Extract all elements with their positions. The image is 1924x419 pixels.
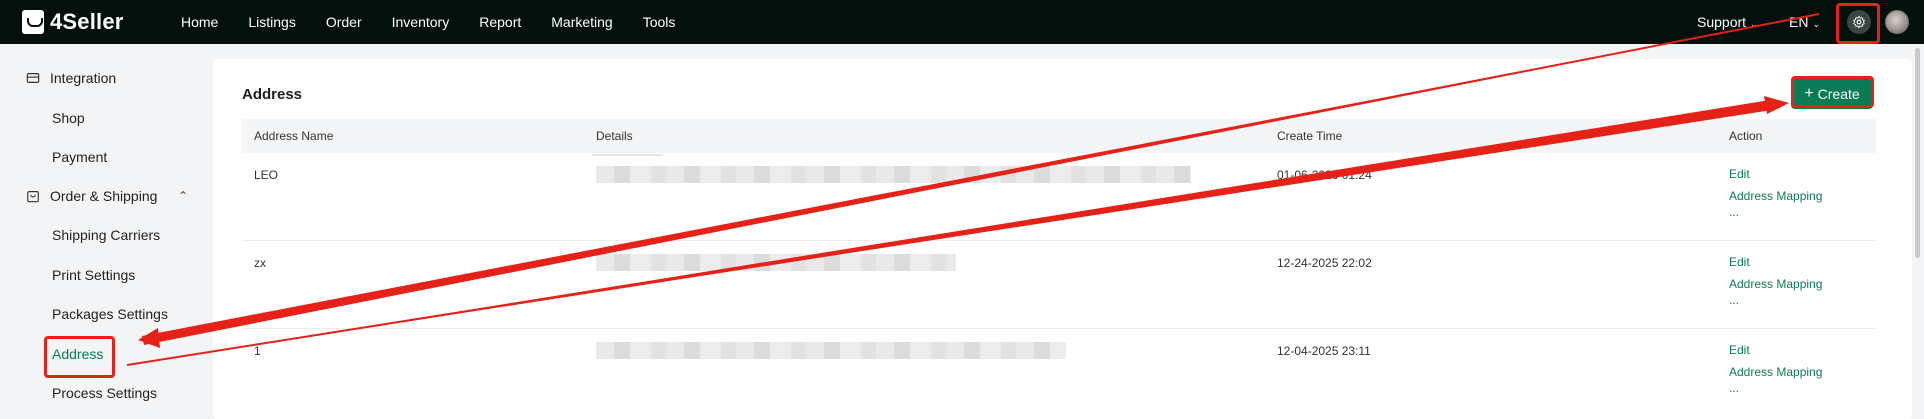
create-button[interactable]: + Create (1791, 79, 1873, 109)
redacted-details (596, 254, 956, 271)
create-time: 01-06-2026 01:24 (1277, 168, 1372, 182)
chevron-up-icon[interactable]: ⌃ (178, 189, 188, 203)
support-label: Support (1697, 14, 1747, 30)
language-label: EN (1789, 14, 1809, 30)
address-table: Address Name Details Create Time Action … (242, 119, 1876, 417)
brand-name: 4Seller (50, 9, 124, 34)
address-name: zx (254, 256, 266, 270)
support-menu[interactable]: Support ⌄ (1697, 14, 1758, 30)
address-panel: Address + Create Address Name Details Cr… (213, 59, 1912, 419)
nav-home[interactable]: Home (181, 14, 218, 30)
plus-icon: + (1804, 85, 1814, 102)
page-title: Address (242, 86, 303, 103)
sidebar-group-integration[interactable]: Integration (26, 70, 116, 86)
logo-bag-icon (22, 10, 44, 34)
user-avatar[interactable] (1885, 10, 1909, 34)
column-header-details: Details (592, 129, 663, 156)
address-mapping-link[interactable]: Address Mapping (1729, 189, 1822, 203)
sidebar-item-print-settings[interactable]: Print Settings (52, 267, 135, 283)
sidebar-item-payment[interactable]: Payment (52, 149, 107, 165)
store-icon (26, 73, 40, 83)
gear-icon (1853, 15, 1865, 29)
page-scrollbar[interactable] (1915, 48, 1920, 258)
sidebar-item-shipping-carriers[interactable]: Shipping Carriers (52, 227, 160, 243)
address-mapping-link[interactable]: Address Mapping (1729, 277, 1822, 291)
more-actions-link[interactable]: ... (1729, 381, 1739, 395)
column-header-name: Address Name (254, 129, 334, 143)
sidebar-group-label: Order & Shipping (50, 188, 158, 204)
create-label: Create (1817, 86, 1860, 102)
sidebar-group-order-shipping[interactable]: Order & Shipping (26, 188, 157, 204)
chevron-down-icon: ⌄ (1812, 19, 1820, 29)
create-time: 12-04-2025 23:11 (1277, 344, 1371, 358)
nav-listings[interactable]: Listings (248, 14, 295, 30)
nav-report[interactable]: Report (479, 14, 521, 30)
redacted-details (596, 342, 1066, 359)
sidebar-group-label: Integration (50, 70, 117, 86)
settings-button[interactable] (1847, 10, 1871, 34)
table-header: Address Name Details Create Time Action (242, 119, 1876, 156)
redacted-details (596, 166, 1191, 183)
address-name: LEO (254, 168, 279, 182)
edit-link[interactable]: Edit (1729, 167, 1750, 181)
column-header-create-time: Create Time (1277, 129, 1343, 143)
nav-inventory[interactable]: Inventory (392, 14, 450, 30)
table-row: LEO 01-06-2026 01:24 Edit Address Mappin… (242, 153, 1876, 241)
chevron-down-icon: ⌄ (1750, 19, 1758, 29)
more-actions-link[interactable]: ... (1729, 293, 1739, 307)
nav-marketing[interactable]: Marketing (551, 14, 612, 30)
table-row: zx 12-24-2025 22:02 Edit Address Mapping… (242, 241, 1876, 329)
more-actions-link[interactable]: ... (1729, 205, 1739, 219)
edit-link[interactable]: Edit (1729, 255, 1750, 269)
top-navbar: 4Seller Home Listings Order Inventory Re… (0, 0, 1924, 44)
address-mapping-link[interactable]: Address Mapping (1729, 365, 1822, 379)
address-name: 1 (254, 344, 261, 358)
sidebar-item-packages-settings[interactable]: Packages Settings (52, 306, 168, 322)
sidebar: Integration Shop Payment Order & Shippin… (0, 44, 207, 409)
sidebar-item-address[interactable]: Address (52, 346, 103, 362)
nav-order[interactable]: Order (326, 14, 362, 30)
sidebar-item-process-settings[interactable]: Process Settings (52, 385, 157, 401)
main-nav: Home Listings Order Inventory Report Mar… (181, 0, 705, 44)
column-header-action: Action (1729, 129, 1763, 143)
create-time: 12-24-2025 22:02 (1277, 256, 1372, 270)
brand-logo[interactable]: 4Seller (22, 9, 124, 35)
table-row: 1 12-04-2025 23:11 Edit Address Mapping … (242, 329, 1876, 417)
edit-link[interactable]: Edit (1729, 343, 1750, 357)
shopping-bag-icon (27, 191, 39, 203)
nav-tools[interactable]: Tools (643, 14, 676, 30)
sidebar-item-shop[interactable]: Shop (52, 110, 85, 126)
language-menu[interactable]: EN ⌄ (1789, 14, 1820, 30)
